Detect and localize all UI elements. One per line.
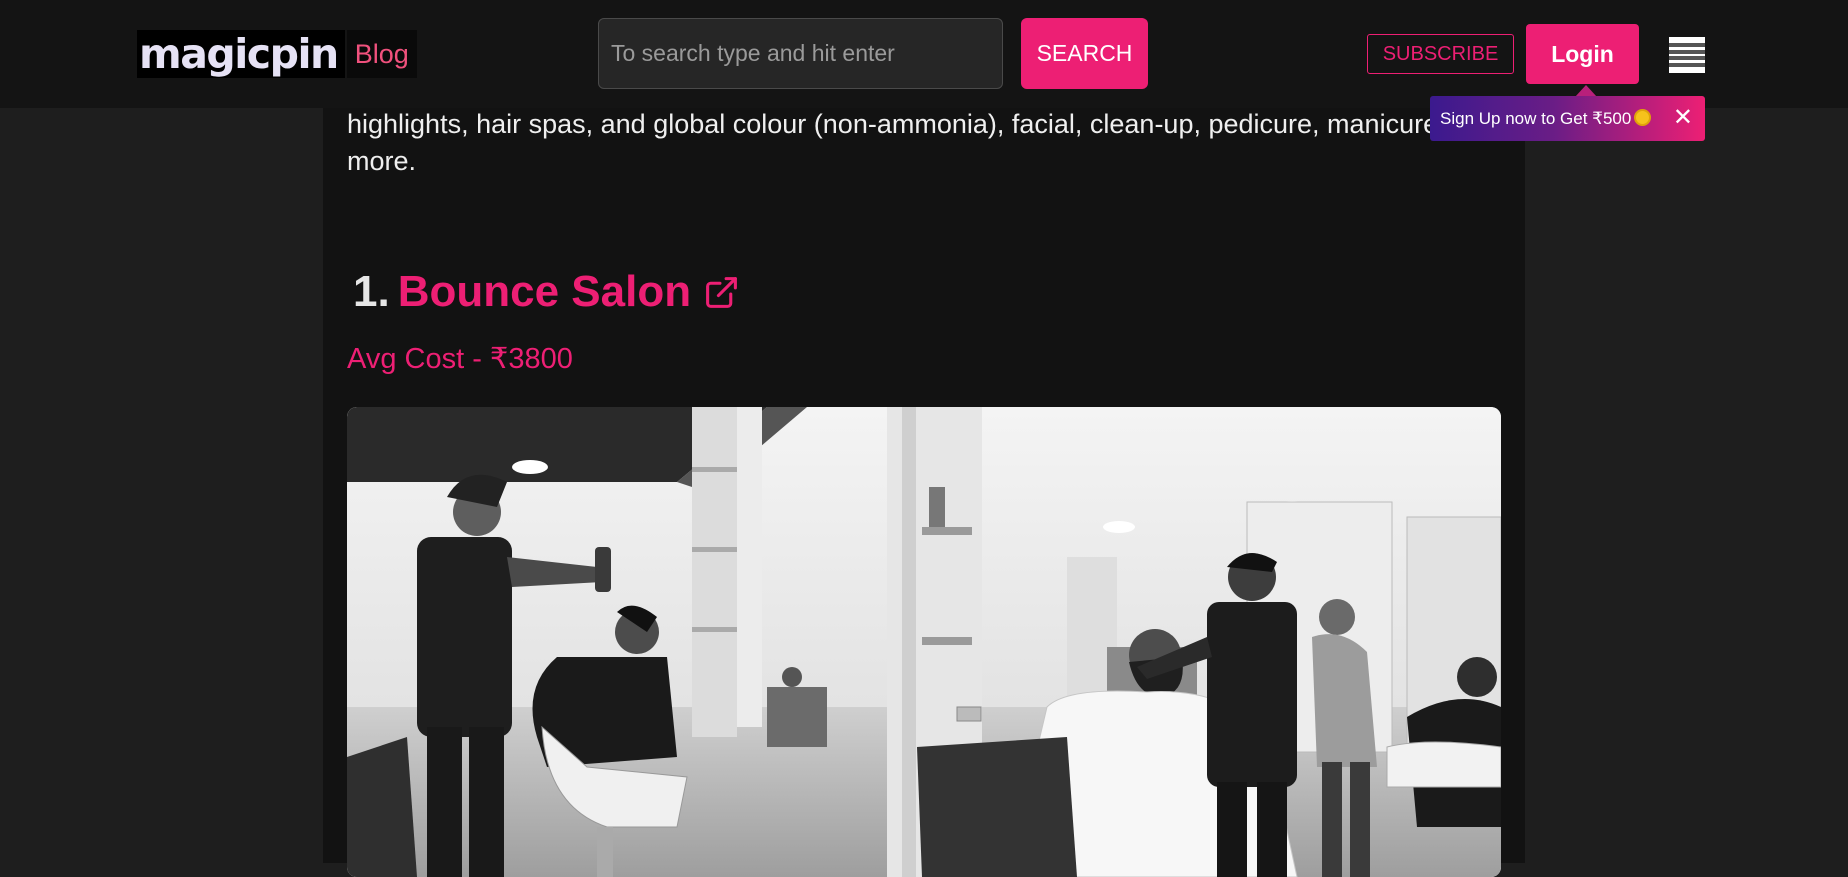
avg-cost-label: Avg Cost - ₹3800	[347, 343, 573, 375]
magicpin-blog-logo[interactable]: magicpin Blog	[137, 30, 417, 78]
coin-icon	[1634, 108, 1652, 126]
menu-line	[1669, 49, 1705, 54]
search-button[interactable]: SEARCH	[1021, 18, 1148, 89]
subscribe-button[interactable]: SUBSCRIBE	[1367, 34, 1514, 74]
salon-number: 1.	[353, 267, 390, 316]
salon-photo-illustration	[347, 407, 1501, 877]
salon-name-link[interactable]: Bounce Salon	[398, 262, 691, 322]
site-header: magicpin Blog SEARCH SUBSCRIBE Login	[0, 0, 1848, 108]
search-input[interactable]	[598, 18, 1003, 89]
close-icon[interactable]: ✕	[1673, 105, 1693, 131]
signup-offer-label: Sign Up now to Get ₹500	[1440, 108, 1632, 128]
hamburger-menu-icon[interactable]	[1669, 37, 1705, 73]
intro-paragraph: highlights, hair spas, and global colour…	[347, 109, 1499, 176]
menu-line	[1669, 56, 1705, 61]
salon-interior-photo	[347, 407, 1501, 877]
salon-heading: 1. Bounce Salon	[353, 262, 740, 322]
signup-offer-banner[interactable]: Sign Up now to Get ₹500 ✕	[1430, 96, 1705, 141]
login-button[interactable]: Login	[1526, 24, 1639, 84]
logo-text: magicpin	[139, 30, 339, 78]
menu-line	[1669, 42, 1705, 47]
signup-offer-text: Sign Up now to Get ₹500	[1440, 108, 1652, 129]
logo-blog-label: Blog	[344, 30, 417, 78]
menu-line	[1669, 63, 1705, 68]
external-link-icon[interactable]	[703, 274, 740, 311]
